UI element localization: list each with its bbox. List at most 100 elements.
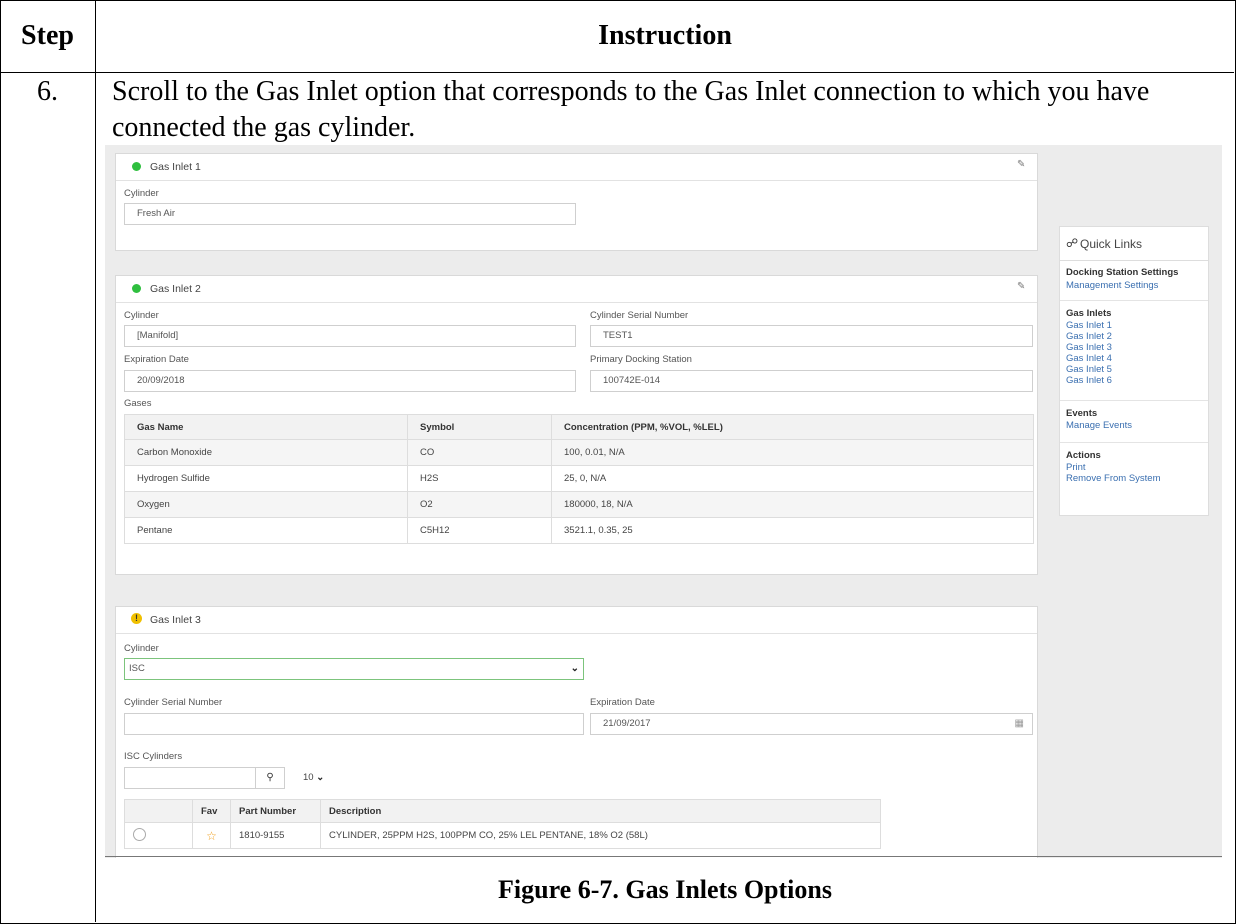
col-fav: Fav [192,799,231,823]
primary-station-field[interactable]: 100742E-014 [590,370,1033,392]
expiration-value: 21/09/2017 [603,718,651,729]
link-gas-inlet-3[interactable]: Gas Inlet 3 [1066,342,1112,353]
header-instruction: Instruction [598,20,732,51]
link-gas-inlet-2[interactable]: Gas Inlet 2 [1066,331,1112,342]
section-title: Actions [1066,450,1101,461]
link-manage-events[interactable]: Manage Events [1066,420,1132,431]
header-divider [0,72,1234,73]
symbol-cell: O2 [407,491,552,518]
link-gas-inlet-1[interactable]: Gas Inlet 1 [1066,320,1112,331]
quick-links-section: Events Manage Events [1060,400,1208,443]
quick-links-title: Quick Links [1080,237,1143,251]
gas-name-cell: Carbon Monoxide [124,439,408,466]
concentration-cell: 3521.1, 0.35, 25 [551,517,1034,544]
quick-links-panel: ☍ Quick Links Docking Station Settings M… [1059,226,1209,516]
isc-search-input[interactable] [124,767,256,789]
cylinder-select[interactable]: ISC ⌄ [124,658,584,680]
select-cell [124,822,193,849]
expiration-label: Expiration Date [124,354,189,365]
col-gas-name: Gas Name [124,414,408,440]
gas-name-cell: Hydrogen Sulfide [124,465,408,492]
quick-links-section: Docking Station Settings Management Sett… [1060,260,1208,301]
gases-label: Gases [124,398,152,409]
edit-icon[interactable]: ✎ [1017,160,1027,170]
serial-label: Cylinder Serial Number [590,310,689,321]
col-description: Description [320,799,881,823]
gas-inlet-2-panel: Gas Inlet 2 ✎ Cylinder [Manifold] Cylind… [115,275,1038,575]
expiration-field[interactable]: 20/09/2018 [124,370,576,392]
isc-cylinders-label: ISC Cylinders [124,751,183,762]
status-ok-icon [132,284,141,293]
panel-title: Gas Inlet 3 [150,614,201,626]
fav-cell: ☆ [192,822,231,849]
expiration-label: Expiration Date [590,697,655,708]
part-number-cell: 1810-9155 [230,822,321,849]
chevron-down-icon: ⌄ [316,772,325,783]
cylinder-label: Cylinder [124,310,159,321]
link-management-settings[interactable]: Management Settings [1066,280,1158,291]
cylinder-select-value: ISC [129,663,145,674]
table-row: Pentane C5H12 3521.1, 0.35, 25 [124,517,1034,544]
column-divider [95,0,96,922]
serial-field[interactable] [124,713,584,735]
edit-icon[interactable]: ✎ [1017,282,1027,292]
link-gas-inlet-4[interactable]: Gas Inlet 4 [1066,353,1112,364]
panel-header: Gas Inlet 2 ✎ [116,276,1037,303]
warning-icon: ! [131,613,142,624]
step-number: 6. [37,76,58,107]
page-size-select[interactable]: 10 ⌄ [303,767,343,789]
calendar-icon[interactable]: ▦ [1015,714,1024,734]
instruction-text: Scroll to the Gas Inlet option that corr… [112,76,1150,143]
search-button[interactable]: ⚲ [255,767,285,789]
isc-cylinders-table: Fav Part Number Description ☆ 1810-9155 … [124,799,881,849]
header-step: Step [21,20,74,51]
section-title: Gas Inlets [1066,308,1112,319]
panel-title: Gas Inlet 2 [150,283,201,295]
gas-name-cell: Pentane [124,517,408,544]
col-part-number: Part Number [230,799,321,823]
link-gas-inlet-6[interactable]: Gas Inlet 6 [1066,375,1112,386]
serial-field[interactable]: TEST1 [590,325,1033,347]
row-radio[interactable] [133,827,146,841]
quick-links-section: Gas Inlets Gas Inlet 1 Gas Inlet 2 Gas I… [1060,300,1208,401]
serial-label: Cylinder Serial Number [124,697,223,708]
panel-title: Gas Inlet 1 [150,161,201,173]
star-icon[interactable]: ☆ [206,829,217,843]
col-concentration: Concentration (PPM, %VOL, %LEL) [551,414,1034,440]
figure-caption: Figure 6-7. Gas Inlets Options [498,875,832,904]
cylinder-label: Cylinder [124,188,159,199]
link-icon: ☍ [1066,236,1079,250]
gas-name-cell: Oxygen [124,491,408,518]
concentration-cell: 25, 0, N/A [551,465,1034,492]
primary-station-label: Primary Docking Station [590,354,692,365]
symbol-cell: C5H12 [407,517,552,544]
description-cell: CYLINDER, 25PPM H2S, 100PPM CO, 25% LEL … [320,822,881,849]
page-size-value: 10 [303,772,314,783]
gas-inlet-3-panel: ! Gas Inlet 3 Cylinder ISC ⌄ Cylinder Se… [115,606,1038,858]
link-remove-from-system[interactable]: Remove From System [1066,473,1161,484]
quick-links-header: ☍ Quick Links [1060,227,1208,261]
gas-inlet-1-panel: Gas Inlet 1 ✎ Cylinder Fresh Air [115,153,1038,251]
status-ok-icon [132,162,141,171]
symbol-cell: H2S [407,465,552,492]
section-title: Events [1066,408,1098,419]
screenshot-bottom-rule [105,856,1222,857]
search-icon: ⚲ [266,772,274,783]
chevron-down-icon: ⌄ [570,663,579,674]
table-row: Hydrogen Sulfide H2S 25, 0, N/A [124,465,1034,492]
link-print[interactable]: Print [1066,462,1086,473]
link-gas-inlet-5[interactable]: Gas Inlet 5 [1066,364,1112,375]
table-row: Carbon Monoxide CO 100, 0.01, N/A [124,439,1034,466]
symbol-cell: CO [407,439,552,466]
cylinder-field[interactable]: Fresh Air [124,203,576,225]
cylinder-label: Cylinder [124,643,159,654]
expiration-field[interactable]: 21/09/2017 ▦ [590,713,1033,735]
panel-header: ! Gas Inlet 3 [116,607,1037,634]
col-symbol: Symbol [407,414,552,440]
quick-links-section: Actions Print Remove From System [1060,442,1208,492]
panel-header: Gas Inlet 1 ✎ [116,154,1037,181]
gas-inlets-screenshot: Gas Inlet 1 ✎ Cylinder Fresh Air Gas Inl… [105,145,1222,858]
cylinder-field[interactable]: [Manifold] [124,325,576,347]
concentration-cell: 100, 0.01, N/A [551,439,1034,466]
table-row: ☆ 1810-9155 CYLINDER, 25PPM H2S, 100PPM … [124,822,881,849]
